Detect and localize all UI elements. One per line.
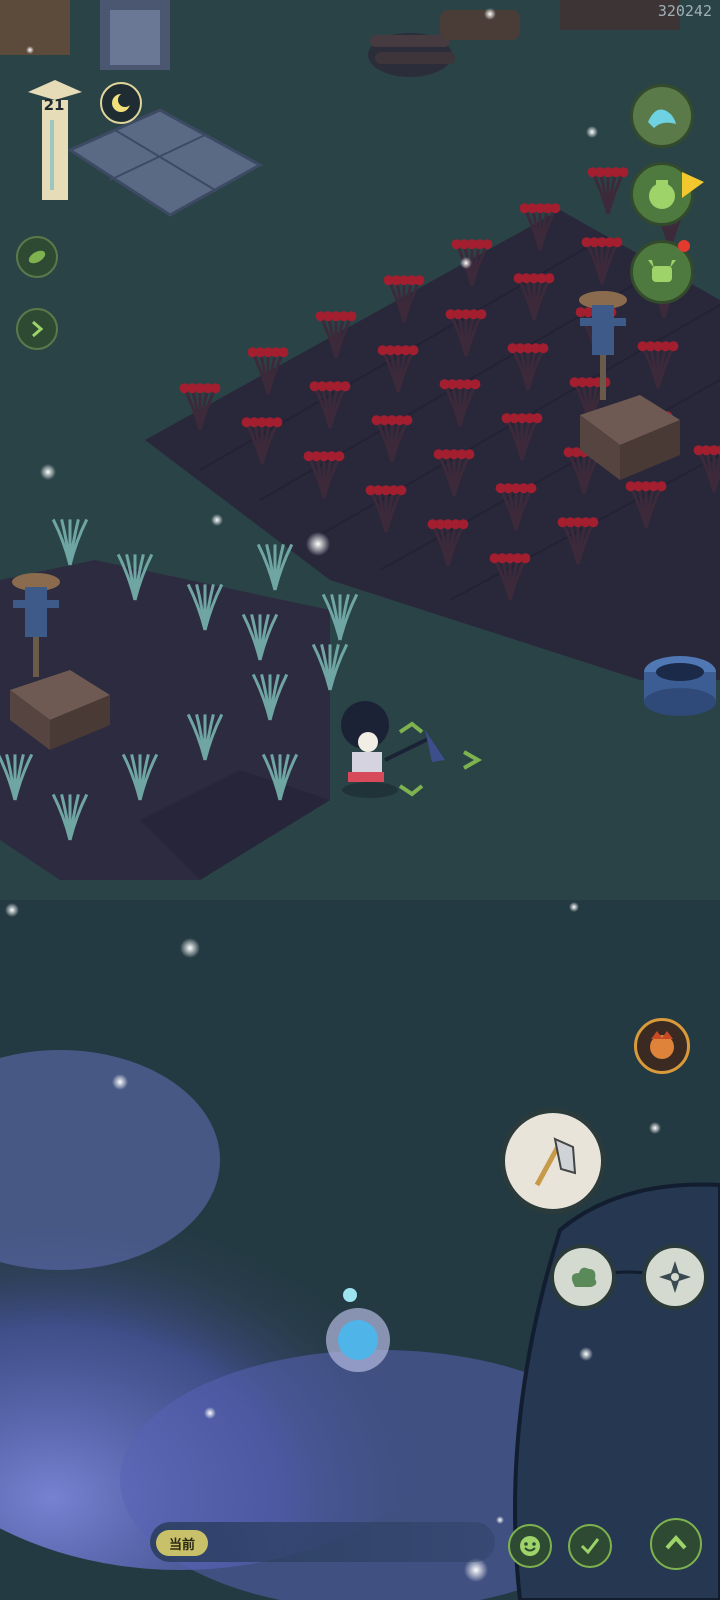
well xyxy=(644,656,716,716)
game-scene[interactable] xyxy=(0,0,720,1600)
wave-skill-button[interactable] xyxy=(630,84,694,148)
snowflake xyxy=(649,1122,661,1134)
expand-chat-button[interactable] xyxy=(650,1518,702,1570)
snowflake xyxy=(484,8,496,20)
snowflake xyxy=(112,1074,128,1090)
snowflake xyxy=(211,514,223,526)
fire-mask-button[interactable] xyxy=(634,1018,690,1074)
snowflake xyxy=(26,46,34,54)
wave-icon xyxy=(648,109,676,128)
snowflake xyxy=(5,903,19,917)
notification-dot xyxy=(678,240,690,252)
leaf-button[interactable] xyxy=(16,236,58,278)
smile-icon xyxy=(520,1536,540,1556)
ox-icon xyxy=(648,260,676,282)
pot-icon xyxy=(649,180,675,209)
shuriken-skill-button[interactable] xyxy=(642,1244,708,1310)
snowflake xyxy=(306,532,330,556)
flower-box xyxy=(440,10,520,40)
snowflake xyxy=(40,464,56,480)
fire-mask-icon xyxy=(650,1031,674,1059)
snowflake xyxy=(586,126,598,138)
chat-channel-tag[interactable]: 当前 xyxy=(156,1530,208,1556)
cloud-skill-button[interactable] xyxy=(550,1244,616,1310)
hoe-icon xyxy=(534,1137,577,1187)
moon-icon xyxy=(112,93,132,112)
check-icon xyxy=(580,1538,600,1555)
hoe-action-button[interactable] xyxy=(500,1108,606,1214)
snowflake xyxy=(579,1347,593,1361)
player-level: 21 xyxy=(43,96,65,114)
shuriken-icon xyxy=(659,1261,691,1293)
snowflake xyxy=(204,1407,216,1419)
arrow-right-icon xyxy=(32,320,44,338)
day-night-button[interactable] xyxy=(100,82,142,124)
quick-message-button[interactable] xyxy=(568,1524,612,1568)
snowflake xyxy=(569,902,579,912)
emote-button[interactable] xyxy=(508,1524,552,1568)
session-id: 320242 xyxy=(657,2,712,20)
snowflake xyxy=(180,938,200,958)
snowflake xyxy=(496,1516,504,1524)
leaf-icon xyxy=(28,250,46,264)
cloud-icon xyxy=(571,1267,597,1287)
pointer-arrow-icon xyxy=(682,172,704,198)
chevron-up-icon xyxy=(665,1535,687,1550)
expand-menu-button[interactable] xyxy=(16,308,58,350)
snowflake xyxy=(460,257,472,269)
